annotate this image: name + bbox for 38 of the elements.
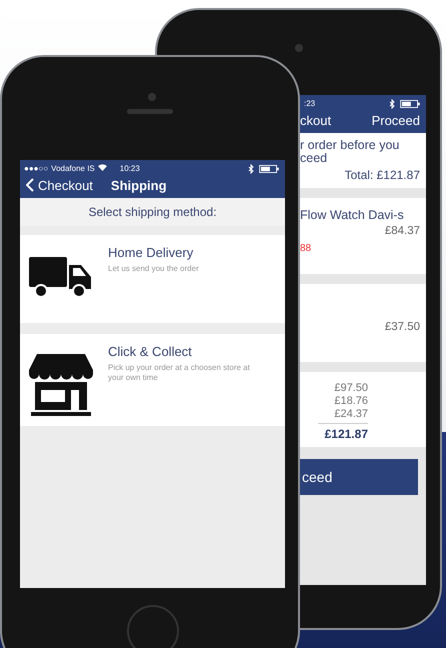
battery-icon — [400, 100, 420, 108]
proceed-button[interactable]: ceed — [300, 459, 418, 495]
grand-total: £121.87 — [318, 423, 368, 441]
status-time: 10:23 — [120, 164, 140, 173]
option-description: Let us send you the order — [108, 264, 200, 274]
amount-text: £97.50 — [333, 382, 368, 395]
shipping-option[interactable]: Home Delivery Let us send you the order — [20, 235, 285, 323]
item-price: £37.50 — [384, 320, 420, 332]
option-title: Click & Collect — [108, 344, 193, 359]
amount-text: £18.76 — [333, 395, 368, 408]
signal-text: ●●●○○ — [24, 164, 48, 173]
bluetooth-icon — [389, 98, 395, 108]
bluetooth-icon — [248, 164, 254, 174]
shipping-option[interactable]: Click & Collect Pick up your order at a choosen store at your own time — [20, 334, 285, 426]
item-title: Flow Watch Davi-s — [300, 208, 405, 222]
back-button[interactable]: ckout — [300, 112, 332, 128]
screen-title: Shipping — [110, 178, 167, 192]
item-price: £84.37 — [384, 225, 420, 237]
summary-text: r order before you ceed — [300, 139, 400, 165]
back-button[interactable]: Checkout — [26, 178, 93, 192]
item-note: 88 — [300, 243, 312, 254]
camera-icon — [148, 93, 156, 101]
speaker-icon — [127, 109, 173, 114]
proceed-button[interactable]: Proceed — [372, 112, 420, 128]
wifi-icon — [98, 164, 107, 171]
amount-text: £24.37 — [333, 408, 368, 421]
home-button[interactable] — [127, 605, 179, 648]
total-label: Total: £121.87 — [344, 169, 420, 182]
chevron-left-icon — [26, 178, 34, 192]
camera-icon — [295, 44, 303, 52]
battery-icon — [259, 164, 279, 172]
option-title: Home Delivery — [108, 245, 194, 260]
carrier-name: Vodafone IS — [51, 164, 95, 173]
option-description: Pick up your order at a choosen store at your own time — [108, 363, 251, 383]
truck-icon — [29, 255, 93, 299]
section-header: Select shipping method: — [20, 198, 285, 226]
status-time: :23 — [304, 99, 316, 108]
storefront-icon — [29, 354, 93, 416]
